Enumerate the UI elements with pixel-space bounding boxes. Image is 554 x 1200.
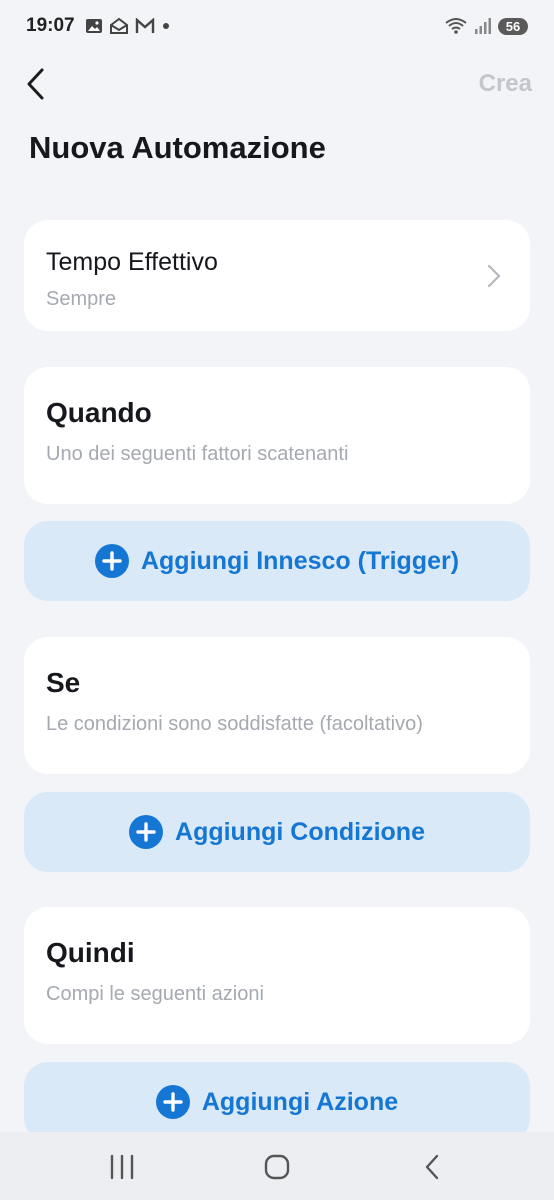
wifi-icon xyxy=(445,18,467,34)
add-action-label: Aggiungi Azione xyxy=(201,1087,399,1116)
add-condition-button[interactable]: Aggiungi Condizione xyxy=(24,792,530,872)
add-action-button[interactable]: Aggiungi Azione xyxy=(24,1062,530,1142)
mail-stack-icon xyxy=(109,17,128,34)
status-time: 19:07 xyxy=(26,15,75,36)
add-condition-label: Aggiungi Condizione xyxy=(175,817,425,846)
back-button[interactable] xyxy=(22,66,52,102)
then-title: Quindi xyxy=(46,937,135,968)
then-card: Quindi Compi le seguenti azioni xyxy=(24,907,530,1044)
add-trigger-button[interactable]: Aggiungi Innesco (Trigger) xyxy=(24,521,530,601)
top-bar: Crea xyxy=(0,60,554,110)
recent-apps-icon xyxy=(110,1154,134,1180)
if-title: Se xyxy=(46,667,81,698)
create-button[interactable]: Crea xyxy=(479,70,532,98)
then-subtitle: Compi le seguenti azioni xyxy=(46,983,264,1005)
effective-time-card[interactable]: Tempo Effettivo Sempre xyxy=(24,220,530,331)
chevron-left-icon xyxy=(27,68,44,100)
add-trigger-label: Aggiungi Innesco (Trigger) xyxy=(140,546,460,575)
gallery-icon xyxy=(85,19,102,33)
effective-time-title: Tempo Effettivo xyxy=(46,248,218,276)
plus-circle-icon xyxy=(94,544,129,578)
chevron-right-icon xyxy=(487,264,501,288)
plus-circle-icon xyxy=(155,1085,190,1119)
page-title: Nuova Automazione xyxy=(29,130,326,165)
signal-icon xyxy=(475,18,491,34)
effective-time-value: Sempre xyxy=(46,288,117,310)
if-card: Se Le condizioni sono soddisfatte (facol… xyxy=(24,637,530,774)
gmail-icon xyxy=(135,18,154,33)
dot-icon xyxy=(162,23,169,29)
status-bar: 19:07 56 xyxy=(0,0,554,52)
battery-indicator: 56 xyxy=(498,17,528,35)
navigation-bar xyxy=(0,1132,554,1200)
home-button[interactable] xyxy=(257,1152,297,1182)
when-title: Quando xyxy=(46,397,152,428)
if-subtitle: Le condizioni sono soddisfatte (facoltat… xyxy=(46,713,423,735)
when-card: Quando Uno dei seguenti fattori scatenan… xyxy=(24,367,530,504)
recent-apps-button[interactable] xyxy=(102,1152,142,1182)
when-subtitle: Uno dei seguenti fattori scatenanti xyxy=(46,443,349,465)
plus-circle-icon xyxy=(129,815,164,849)
back-icon xyxy=(425,1154,439,1180)
nav-back-button[interactable] xyxy=(412,1152,452,1182)
home-icon xyxy=(264,1154,290,1180)
